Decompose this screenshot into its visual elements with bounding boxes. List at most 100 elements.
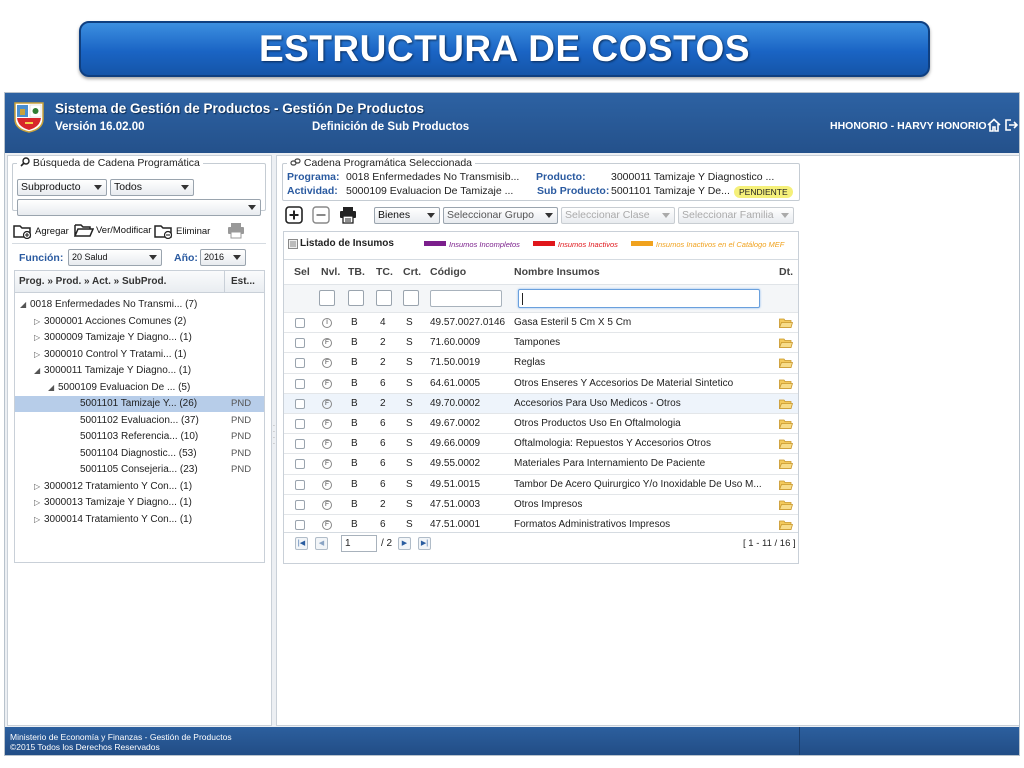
tree-node[interactable]: ▷ 3000010 Control Y Tratami... (1) [15,347,264,363]
row-checkbox[interactable] [295,439,305,450]
column-header-nvl[interactable]: Nvl. [321,260,340,284]
detail-folder-icon[interactable] [779,480,793,490]
expanded-arrow-icon[interactable]: ◢ [48,380,58,396]
function-select[interactable]: 20 Salud [68,249,162,266]
tree-header-status[interactable]: Est... [231,276,255,287]
table-row[interactable]: F B 6 S 49.66.0009 Oftalmologia: Repuestos Y … [284,433,798,453]
tree-node[interactable]: ▷ 3000013 Tamizaje Y Diagno... (1) [15,495,264,511]
row-checkbox[interactable] [295,419,305,429]
last-page-button[interactable]: ▶| [418,537,431,550]
detail-folder-icon[interactable] [779,459,793,470]
row-checkbox[interactable] [295,459,305,470]
add-item-icon[interactable] [285,206,303,224]
row-checkbox[interactable] [295,499,305,510]
tree-node-label: 5001101 Tamizaje Y... (26) [80,398,198,409]
detail-folder-icon[interactable] [779,318,793,328]
column-header-dt[interactable]: Dt. [779,260,793,284]
row-checkbox[interactable] [295,338,305,349]
home-icon[interactable] [987,118,1001,132]
column-header-nombre[interactable]: Nombre Insumos [514,260,600,284]
table-row[interactable]: I B 4 S 49.57.0027.0146 Gasa Esteril 5 Cm X 5… [284,312,798,332]
collapsed-arrow-icon[interactable]: ▷ [34,314,44,330]
table-row[interactable]: F B 6 S 47.51.0001 Formatos Administrativos I… [284,514,798,534]
tree-node[interactable]: ▷ 3000012 Tratamiento Y Con... (1) [15,479,264,495]
detail-folder-icon[interactable] [779,338,793,349]
table-row[interactable]: F B 2 S 47.51.0003 Otros Impresos [284,493,798,514]
add-button[interactable]: Agregar [13,223,69,239]
detail-folder-icon[interactable] [779,500,793,510]
row-checkbox[interactable] [295,398,305,409]
tree-node[interactable]: 5001101 Tamizaje Y... (26) PND [15,396,264,412]
detail-folder-icon[interactable] [779,419,793,429]
table-row[interactable]: F B 6 S 49.67.0002 Otros Productos Uso En Oft… [284,413,798,433]
cell-tb: B [351,397,358,409]
detail-folder-icon[interactable] [779,520,793,530]
tree-node[interactable]: ▷ 3000009 Tamizaje Y Diagno... (1) [15,330,264,346]
tree-node[interactable]: ▷ 3000014 Tratamiento Y Con... (1) [15,512,264,528]
filter-codigo-input[interactable] [430,290,502,307]
collapsed-arrow-icon[interactable]: ▷ [34,512,44,528]
tree-header-path[interactable]: Prog. » Prod. » Act. » SubProd. [19,276,166,287]
tree-node[interactable]: 5001105 Consejeria... (23) PND [15,462,264,478]
expanded-arrow-icon[interactable]: ◢ [20,297,30,313]
page-input[interactable]: 1 [341,535,377,552]
search-type-select[interactable]: Subproducto [17,179,107,196]
tree-node[interactable]: 5001104 Diagnostic... (53) PND [15,446,264,462]
detail-folder-icon[interactable] [779,379,793,389]
detail-folder-icon[interactable] [779,439,793,450]
table-row[interactable]: F B 6 S 49.55.0002 Materiales Para Internamie… [284,453,798,473]
print-icon[interactable] [339,206,357,224]
next-page-button[interactable]: ▶ [398,537,411,550]
logout-icon[interactable] [1004,118,1018,132]
prev-page-button[interactable]: ◀ [315,537,328,550]
column-header-tb[interactable]: TB. [348,260,365,284]
tree-node[interactable]: ▷ 3000001 Acciones Comunes (2) [15,314,264,330]
filter-crt-input[interactable] [403,290,419,306]
first-page-button[interactable]: |◀ [295,537,308,550]
tree-node[interactable]: ◢ 0018 Enfermedades No Transmi... (7) [15,297,264,313]
column-header-crt[interactable]: Crt. [403,260,421,284]
table-row[interactable]: F B 2 S 49.70.0002 Accesorios Para Uso Medico… [284,392,798,413]
clase-select[interactable]: Seleccionar Clase [561,207,675,224]
tree-node-label: 5001102 Evaluacion... (37) [80,414,199,426]
row-checkbox[interactable] [295,479,305,490]
table-row[interactable]: F B 2 S 71.50.0019 Reglas [284,352,798,372]
print-icon[interactable] [227,222,245,239]
detail-folder-icon[interactable] [779,358,793,369]
table-row[interactable]: F B 2 S 71.60.0009 Tampones [284,332,798,352]
filter-nvl-input[interactable] [319,290,335,306]
row-checkbox[interactable] [295,378,305,389]
collapsed-arrow-icon[interactable]: ▷ [34,347,44,363]
expanded-arrow-icon[interactable]: ◢ [34,363,44,379]
row-checkbox[interactable] [295,520,305,530]
filter-tb-input[interactable] [348,290,364,306]
filter-nombre-input[interactable] [518,289,760,308]
grupo-select[interactable]: Seleccionar Grupo [443,207,558,224]
column-header-codigo[interactable]: Código [430,260,466,284]
search-scope-select[interactable]: Todos [110,179,194,196]
detail-folder-icon[interactable] [779,399,793,409]
column-header-sel[interactable]: Sel [294,260,310,284]
delete-button[interactable]: Eliminar [154,223,210,239]
tree-node[interactable]: ◢ 3000011 Tamizaje Y Diagno... (1) [15,363,264,379]
collapsed-arrow-icon[interactable]: ▷ [34,495,44,511]
legend-label: Insumos Inactivos en el Catálogo MEF [655,240,785,249]
view-edit-button[interactable]: Ver/Modificar [74,222,151,238]
familia-select[interactable]: Seleccionar Familia [678,207,794,224]
column-header-tc[interactable]: TC. [376,260,393,284]
filter-tc-input[interactable] [376,290,392,306]
table-row[interactable]: F B 6 S 49.51.0015 Tambor De Acero Quirurgico… [284,473,798,494]
row-checkbox[interactable] [295,358,305,369]
collapsed-arrow-icon[interactable]: ▷ [34,330,44,346]
year-select[interactable]: 2016 [200,249,246,266]
tree-node[interactable]: 5001102 Evaluacion... (37) PND [15,413,264,429]
table-row[interactable]: F B 6 S 64.61.0005 Otros Enseres Y Accesorios… [284,372,798,393]
tree-node[interactable]: 5001103 Referencia... (10) PND [15,429,264,445]
collapsed-arrow-icon[interactable]: ▷ [34,479,44,495]
tree-node[interactable]: ◢ 5000109 Evaluacion De ... (5) [15,380,264,396]
remove-item-icon[interactable] [312,206,330,224]
row-checkbox[interactable] [295,318,305,328]
tipo-select[interactable]: Bienes [374,207,440,224]
cell-codigo: 49.57.0027.0146 [430,317,506,328]
search-value-select[interactable] [17,199,261,216]
